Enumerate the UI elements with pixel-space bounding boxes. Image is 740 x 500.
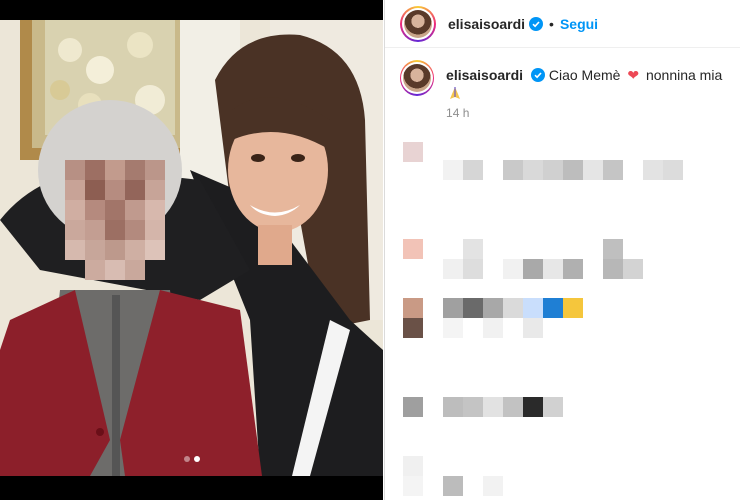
- redacted-text-block: [463, 259, 483, 279]
- post-header: elisaisoardi • Segui: [385, 0, 740, 48]
- redacted-text-block: [463, 397, 483, 417]
- redacted-avatar: [403, 142, 423, 162]
- carousel-dot-2[interactable]: [193, 456, 200, 462]
- redacted-text-block: [443, 160, 463, 180]
- redacted-text-block: [603, 259, 623, 279]
- avatar-image: [403, 64, 432, 92]
- header-separator: •: [549, 15, 554, 32]
- redacted-text-block: [443, 298, 463, 318]
- author-username[interactable]: elisaisoardi: [448, 16, 525, 32]
- redacted-emoji-block: [543, 298, 563, 318]
- redacted-text-block: [583, 160, 603, 180]
- redacted-avatar: [403, 298, 423, 318]
- redacted-text-block: [463, 160, 483, 180]
- redacted-text-block: [443, 476, 463, 496]
- redacted-text-block: [463, 239, 483, 259]
- redacted-text-block: [463, 298, 483, 318]
- redacted-avatar: [403, 318, 423, 338]
- caption-username[interactable]: elisaisoardi: [446, 67, 523, 83]
- redacted-text-block: [543, 160, 563, 180]
- redacted-text-block: [543, 259, 563, 279]
- redacted-avatar: [403, 239, 423, 259]
- caption-row: elisaisoardi Ciao Memè ❤ nonnina mia 14 …: [385, 48, 740, 120]
- caption-suffix: nonnina mia: [645, 67, 723, 83]
- caption-prefix: Ciao Memè: [548, 67, 621, 83]
- redacted-text-block: [523, 259, 543, 279]
- redacted-text-block: [443, 259, 463, 279]
- redacted-avatar: [403, 456, 423, 476]
- redacted-text-block: [443, 397, 463, 417]
- avatar-image: [404, 9, 432, 38]
- caption-body: elisaisoardi Ciao Memè ❤ nonnina mia 14 …: [446, 60, 725, 120]
- redacted-emoji-block: [523, 298, 543, 318]
- carousel-dot-1[interactable]: [183, 456, 190, 462]
- redacted-text-block: [563, 259, 583, 279]
- redacted-text-block: [523, 318, 543, 338]
- caption-author-avatar[interactable]: [400, 60, 435, 96]
- post-side-panel: elisaisoardi • Segui elisaisoardi Ciao M…: [384, 0, 740, 500]
- redacted-text-block: [643, 160, 663, 180]
- follow-button[interactable]: Segui: [560, 16, 598, 32]
- redacted-text-block: [503, 259, 523, 279]
- post-timestamp[interactable]: 14 h: [446, 106, 725, 120]
- redacted-text-block: [623, 259, 643, 279]
- heart-emoji-icon: ❤: [627, 67, 640, 83]
- carousel-dots: [0, 456, 383, 462]
- redacted-text-block: [543, 397, 563, 417]
- redacted-text-block: [523, 397, 543, 417]
- redacted-text-block: [503, 298, 523, 318]
- redacted-text-block: [483, 397, 503, 417]
- redacted-text-block: [603, 160, 623, 180]
- redacted-avatar: [403, 476, 423, 496]
- praying-hands-emoji-icon: [450, 87, 461, 99]
- redacted-text-block: [503, 397, 523, 417]
- redacted-text-block: [523, 160, 543, 180]
- redacted-text-block: [483, 476, 503, 496]
- redacted-text-block: [563, 160, 583, 180]
- verified-badge-icon: [529, 16, 544, 31]
- redacted-emoji-block: [563, 298, 583, 318]
- verified-badge-icon: [530, 68, 545, 82]
- redacted-avatar: [403, 397, 423, 417]
- redacted-text-block: [503, 160, 523, 180]
- redacted-text-block: [663, 160, 683, 180]
- redacted-text-block: [603, 239, 623, 259]
- author-avatar[interactable]: [400, 5, 436, 42]
- redacted-text-block: [443, 318, 463, 338]
- photo-illustration: [0, 20, 383, 476]
- redacted-text-block: [483, 318, 503, 338]
- caption-text: elisaisoardi Ciao Memè ❤ nonnina mia: [446, 66, 725, 102]
- post-photo[interactable]: [0, 20, 383, 476]
- redacted-text-block: [483, 298, 503, 318]
- post-media-pane: [0, 0, 383, 500]
